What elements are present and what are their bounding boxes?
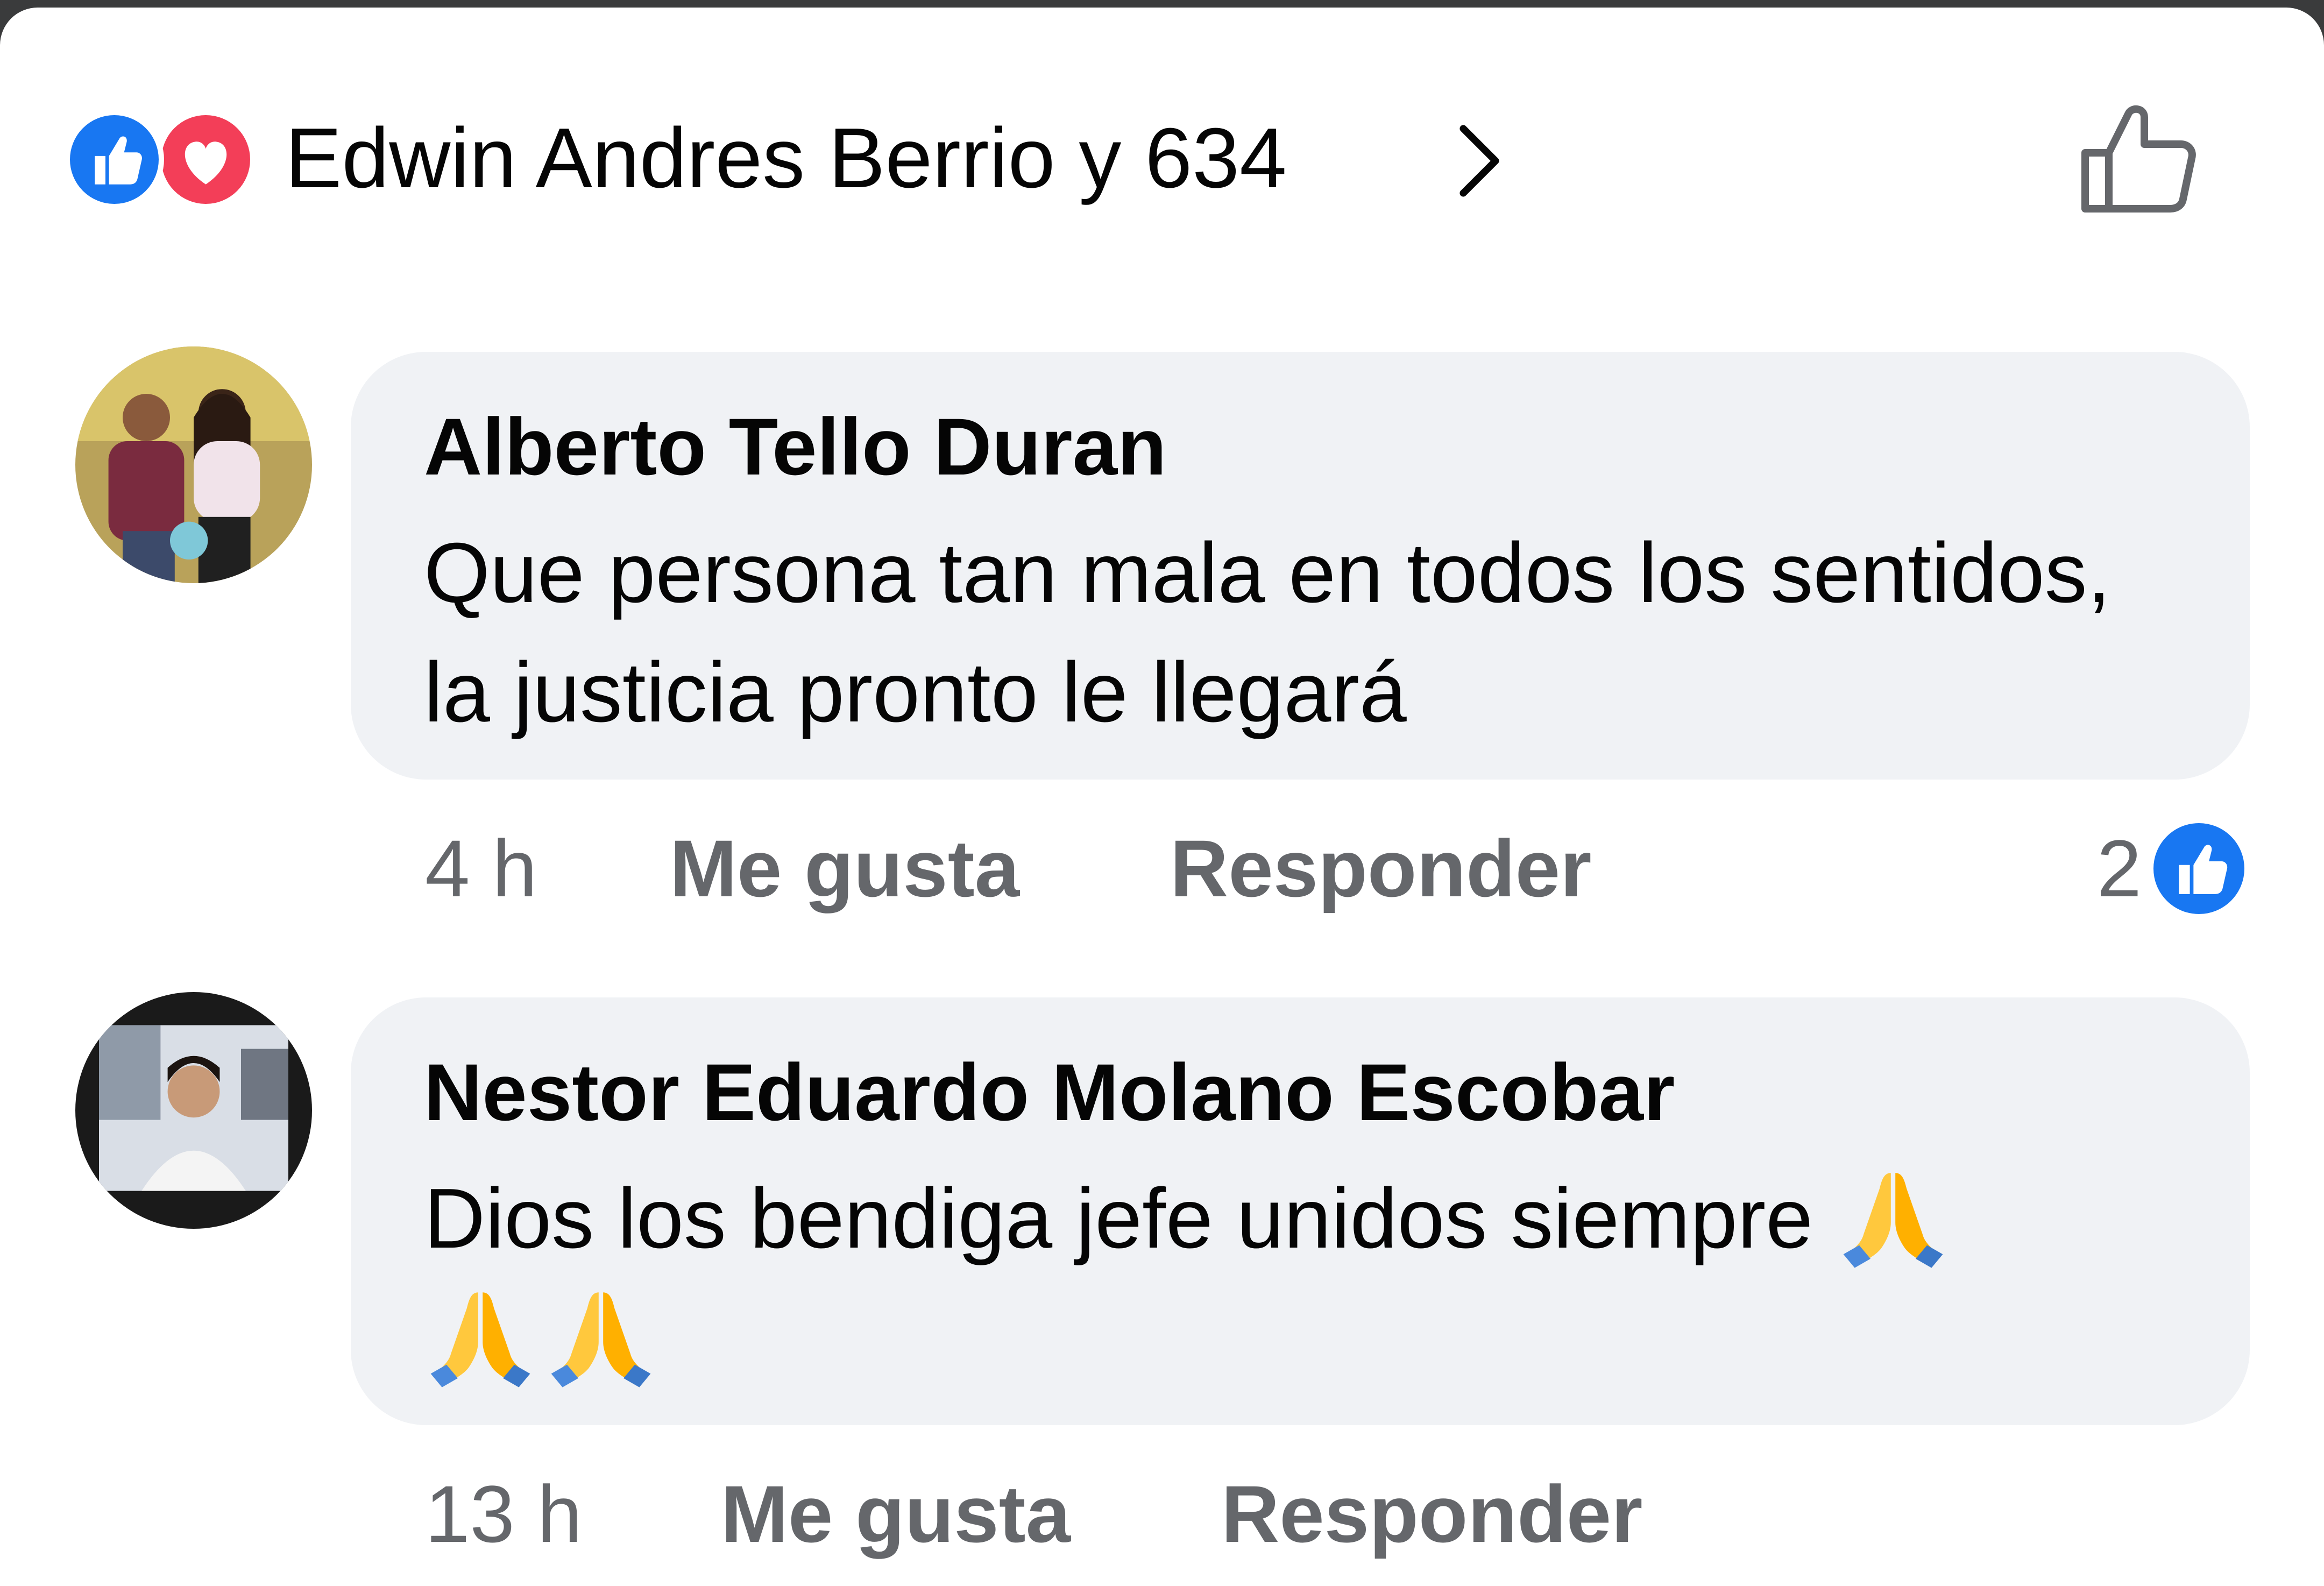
reply-button[interactable]: Responder (1170, 815, 1591, 922)
comment-text: Dios los bendiga jefe unidos siempre (424, 1159, 2199, 1398)
comment-text-content: Dios los bendiga jefe unidos siempre (424, 1171, 1813, 1266)
comment-actions: 4 h Me gusta Responder (425, 815, 2249, 922)
comment-bubble[interactable]: Alberto Tello Duran Que persona tan mala… (351, 352, 2250, 780)
comment-actions: 13 h Me gusta Responder (425, 1460, 2249, 1568)
comments-sheet: Edwin Andres Berrio y 634 Alberto Tello … (0, 8, 2324, 1586)
like-button[interactable]: Me gusta (721, 1460, 1071, 1568)
reply-button[interactable]: Responder (1221, 1460, 1642, 1568)
comment-reaction-count[interactable]: 2 (2097, 815, 2249, 922)
chevron-right-icon[interactable] (1447, 121, 1512, 201)
love-icon (156, 110, 256, 209)
folded-hands-emoji (544, 1279, 657, 1392)
like-icon (2149, 818, 2249, 918)
reactors-text[interactable]: Edwin Andres Berrio y 634 (285, 99, 1287, 217)
comment-author[interactable]: Nestor Eduardo Molano Escobar (424, 1046, 1675, 1139)
like-button[interactable]: Me gusta (670, 815, 1019, 922)
like-icon (65, 110, 164, 209)
folded-hands-emoji (1837, 1159, 1950, 1272)
avatar[interactable] (75, 992, 312, 1229)
comment-text: Que persona tan mala en todos los sentid… (424, 526, 2111, 740)
thumbs-up-outline-icon[interactable] (2077, 99, 2206, 217)
comment-bubble[interactable]: Nestor Eduardo Molano Escobar Dios los b… (351, 997, 2250, 1425)
comment-time[interactable]: 13 h (425, 1460, 582, 1568)
comment-author[interactable]: Alberto Tello Duran (424, 400, 1167, 493)
reaction-count: 2 (2096, 823, 2142, 914)
comment-time[interactable]: 4 h (425, 815, 537, 922)
reactions-summary[interactable]: Edwin Andres Berrio y 634 (65, 99, 1517, 217)
avatar[interactable] (75, 346, 312, 583)
folded-hands-emoji (424, 1279, 537, 1392)
